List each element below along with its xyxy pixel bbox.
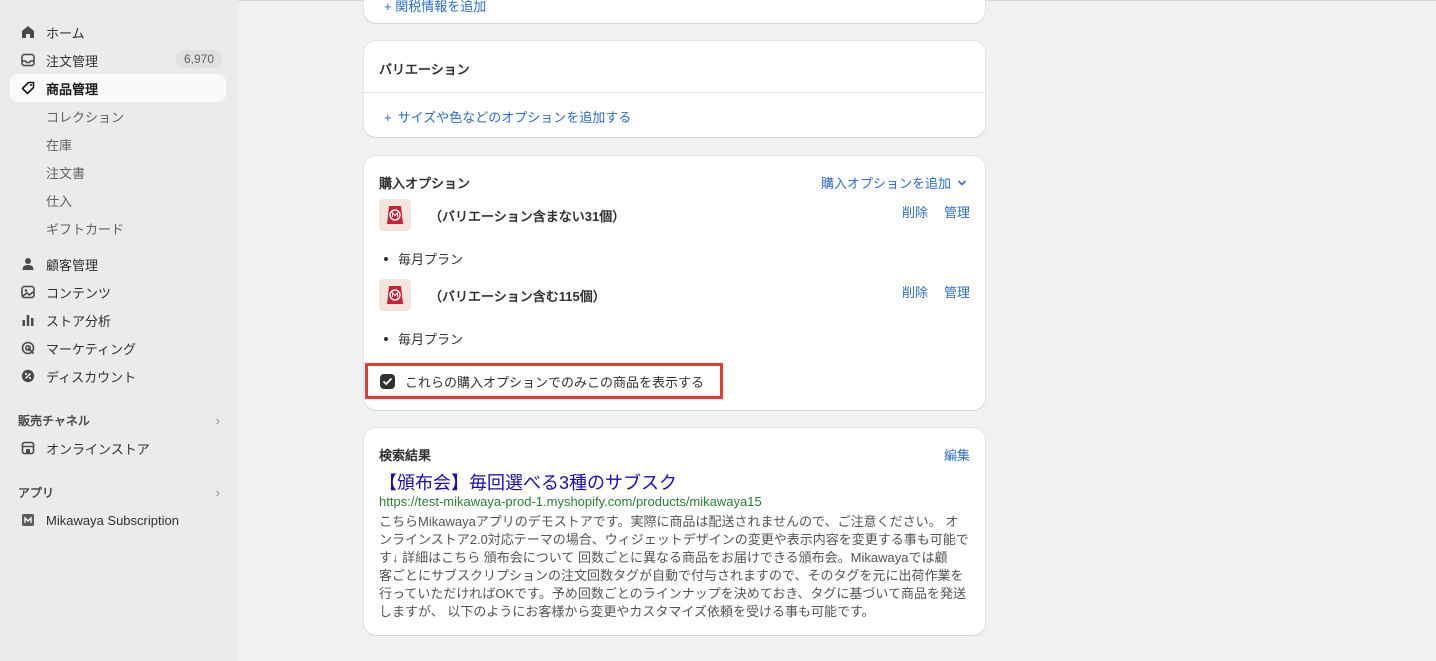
plan-item: 毎月プラン	[384, 249, 463, 268]
sidebar-subitem-gift-cards[interactable]: ギフトカード	[0, 214, 238, 242]
delete-plan-link[interactable]: 削除	[902, 202, 928, 221]
sidebar-item-label: 商品管理	[46, 81, 99, 97]
purchase-plan-name: （バリエーション含まない31個）	[429, 208, 626, 224]
seo-description-line: 客ごとにサブスクリプションの注文回数タグが自動で付与されますので、そのタグを元に…	[379, 568, 964, 583]
inbox-icon	[20, 52, 36, 68]
sidebar-item-label: ホーム	[46, 25, 85, 41]
chevron-right-icon: ›	[215, 484, 220, 500]
seo-page-title: 【頒布会】毎回選べる3種のサブスク	[379, 473, 678, 493]
home-icon	[20, 24, 36, 40]
purchase-plan-name: （バリエーション含む115個）	[429, 288, 606, 304]
seo-description-line: こちらMikawayaアプリのデモストアです。実際に商品は配送されませんので、ご…	[379, 514, 959, 529]
sidebar-item-analytics[interactable]: ストア分析	[10, 306, 226, 334]
delete-plan-link[interactable]: 削除	[902, 282, 928, 301]
sidebar: ホーム 注文管理 6,970 商品管理 コレクション 在庫 注文書 仕入 ギフト…	[0, 0, 238, 661]
seo-description-line: ンラインストア2.0対応テーマの場合、ウィジェットデザインの変更や表示内容を変更…	[379, 532, 969, 547]
only-show-in-purchase-options-checkbox[interactable]: これらの購入オプションでのみこの商品を表示する	[380, 372, 704, 391]
seo-description-line: す↓ 詳細はこちら 頒布会について 回数ごとに異なる商品をお届けできる頒布会。M…	[379, 550, 948, 565]
image-icon	[20, 284, 36, 300]
sidebar-subitem-transfers[interactable]: 仕入	[0, 186, 238, 214]
chevron-right-icon: ›	[215, 412, 220, 428]
sidebar-item-products[interactable]: 商品管理	[10, 74, 226, 102]
variation-card-title: バリエーション	[379, 62, 470, 77]
sales-channels-label: 販売チャネル	[18, 413, 90, 428]
add-purchase-option-dropdown[interactable]: 購入オプションを追加	[821, 173, 967, 192]
sidebar-item-label: Mikawaya Subscription	[46, 512, 179, 528]
person-icon	[20, 256, 36, 272]
purchase-plan-actions: 削除 管理	[902, 282, 970, 301]
manage-plan-link[interactable]: 管理	[944, 202, 970, 221]
manage-plan-link[interactable]: 管理	[944, 282, 970, 301]
plan-item-label: 毎月プラン	[398, 252, 464, 267]
plan-item-label: 毎月プラン	[398, 332, 464, 347]
add-related-info-label: 関税情報を追加	[395, 0, 487, 14]
purchase-options-card: 購入オプション 購入オプションを追加 （バリエーション含まない31個） 削除 管…	[364, 156, 985, 410]
checkbox-checked-icon[interactable]	[380, 374, 395, 389]
sidebar-subitem-collections[interactable]: コレクション	[0, 102, 238, 130]
sidebar-item-label: マーケティング	[46, 341, 136, 357]
sidebar-item-label: ディスカウント	[46, 369, 137, 385]
sidebar-subitem-purchase-orders[interactable]: 注文書	[0, 158, 238, 186]
plus-icon: +	[384, 110, 392, 125]
tag-icon	[20, 80, 36, 96]
sidebar-item-label: 注文管理	[46, 53, 99, 69]
purchase-plan-actions: 削除 管理	[902, 202, 970, 221]
sidebar-item-marketing[interactable]: マーケティング	[10, 334, 226, 362]
product-thumbnail	[379, 279, 411, 311]
sidebar-item-orders[interactable]: 注文管理 6,970	[10, 46, 226, 74]
orders-count-badge: 6,970	[175, 50, 222, 68]
seo-description-line: しますが、 以下のようにお客様から変更やカスタマイズ依頼を受ける事も可能です。	[379, 604, 875, 619]
bar-chart-icon	[20, 312, 36, 328]
product-thumbnail	[379, 199, 411, 231]
sidebar-item-label: コンテンツ	[46, 285, 112, 301]
sales-channels-header[interactable]: 販売チャネル ›	[18, 406, 220, 434]
add-purchase-option-label: 購入オプションを追加	[820, 176, 951, 191]
variation-card: バリエーション + サイズや色などのオプションを追加する	[364, 41, 985, 137]
apps-header[interactable]: アプリ ›	[18, 478, 220, 506]
add-variation-option-link[interactable]: + サイズや色などのオプションを追加する	[364, 93, 985, 140]
purchase-plan-row: （バリエーション含まない31個）	[379, 199, 625, 231]
checkbox-label: これらの購入オプションでのみこの商品を表示する	[405, 375, 705, 390]
purchase-options-title: 購入オプション	[379, 176, 471, 191]
add-variation-option-label: サイズや色などのオプションを追加する	[397, 110, 632, 125]
chevron-down-icon	[957, 175, 967, 190]
seo-description: こちらMikawayaアプリのデモストアです。実際に商品は配送されませんので、ご…	[379, 513, 979, 621]
discount-icon	[20, 368, 36, 384]
sidebar-item-customers[interactable]: 顧客管理	[10, 250, 226, 278]
app-logo-icon	[20, 512, 36, 528]
sidebar-item-online-store[interactable]: オンラインストア	[10, 434, 226, 462]
sidebar-item-discounts[interactable]: ディスカウント	[10, 362, 226, 390]
variation-card-header: バリエーション	[364, 41, 985, 93]
seo-description-line: 行っていただければOKです。予め回数ごとのラインナップを決めておき、タグに基づい…	[379, 586, 967, 601]
add-related-info-link[interactable]: + 関税情報を追加	[384, 0, 486, 15]
search-preview-card: 検索結果 編集 【頒布会】毎回選べる3種のサブスク https://test-m…	[364, 428, 985, 635]
apps-label: アプリ	[18, 485, 55, 500]
purchase-plan-row: （バリエーション含む115個）	[379, 279, 606, 311]
seo-url: https://test-mikawaya-prod-1.myshopify.c…	[379, 494, 762, 509]
sidebar-item-label: オンラインストア	[46, 441, 150, 457]
plan-item: 毎月プラン	[384, 329, 463, 348]
sidebar-subitem-inventory[interactable]: 在庫	[0, 130, 238, 158]
sidebar-item-content[interactable]: コンテンツ	[10, 278, 226, 306]
sidebar-item-label: 顧客管理	[46, 257, 99, 273]
related-info-card: + 関税情報を追加	[364, 0, 985, 23]
plus-icon: +	[384, 0, 396, 14]
search-preview-title: 検索結果	[379, 448, 432, 463]
sidebar-item-home[interactable]: ホーム	[10, 18, 226, 46]
edit-seo-link[interactable]: 編集	[944, 445, 970, 464]
sidebar-item-label: ストア分析	[46, 313, 112, 329]
store-icon	[20, 440, 36, 456]
sidebar-item-app-mikawaya[interactable]: Mikawaya Subscription	[10, 506, 226, 534]
target-icon	[20, 340, 36, 356]
